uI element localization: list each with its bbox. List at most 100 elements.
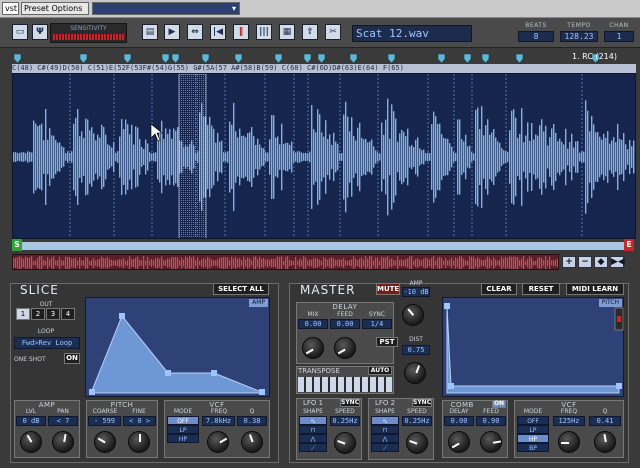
reset-button[interactable]: RESET xyxy=(522,283,560,295)
transpose-keyboard[interactable] xyxy=(298,377,392,392)
master-amp-value: -10 dB xyxy=(402,287,430,297)
comb-feed-value: 0.90 xyxy=(476,416,506,426)
export-icon[interactable]: ⇪ xyxy=(302,24,318,40)
coarse-knob[interactable] xyxy=(94,431,116,453)
start-marker[interactable]: S xyxy=(12,239,22,251)
pan-knob[interactable] xyxy=(52,431,74,453)
tempo-value[interactable]: 128.23 xyxy=(560,31,598,42)
lfo2-shape-triangle[interactable]: ⋀ xyxy=(371,434,399,443)
slice-mode-off[interactable]: OFF xyxy=(167,416,199,425)
master-q-label: Q xyxy=(602,408,608,415)
detect-icon[interactable]: |◀ xyxy=(210,24,226,40)
slice-amp-envelope[interactable]: AMP xyxy=(85,297,270,397)
delay-feed-knob[interactable] xyxy=(334,337,356,359)
preset-select[interactable]: ▾ xyxy=(92,2,240,15)
master-mode-hp[interactable]: HP xyxy=(517,434,549,443)
lfo2-shape-saw[interactable]: ⟋ xyxy=(371,443,399,452)
slice-freq-label: FREQ xyxy=(210,408,228,415)
barcode-icon[interactable]: ||| xyxy=(256,24,272,40)
master-mode-bp[interactable]: BP xyxy=(517,443,549,452)
comb-on-button[interactable]: ON xyxy=(492,400,506,408)
play-icon[interactable]: ▶ xyxy=(164,24,180,40)
out-4-button[interactable]: 4 xyxy=(61,308,75,320)
slice-q-knob[interactable] xyxy=(241,431,263,453)
zoom-out-button[interactable]: − xyxy=(578,256,592,268)
chan-value[interactable]: 1 xyxy=(604,31,634,42)
preset-options-menu[interactable]: Preset Options ▾ xyxy=(21,2,89,24)
dist-label: DIST xyxy=(409,336,423,343)
delay-mix-label: MIX xyxy=(307,311,319,318)
delay-sync-label: SYNC xyxy=(368,311,386,318)
zoom-fit-button[interactable]: ◆ xyxy=(594,256,608,268)
waveform-display[interactable] xyxy=(12,73,636,239)
comb-delay-knob[interactable] xyxy=(448,431,470,453)
mute-button[interactable]: MUTE xyxy=(376,283,400,295)
lfo2-speed-value: 0.25Hz xyxy=(402,416,432,426)
split-icon[interactable]: ⇔ xyxy=(187,24,203,40)
slice-title: SLICE xyxy=(20,283,59,297)
master-amp-knob[interactable] xyxy=(402,304,424,326)
end-marker[interactable]: E xyxy=(624,239,634,251)
preset-options-label: Preset Options xyxy=(24,4,83,13)
comb-delay-value: 0.00 xyxy=(444,416,474,426)
oneshot-toggle[interactable]: ON xyxy=(64,353,80,364)
slice-marker-icon[interactable]: ‖ xyxy=(233,24,249,40)
lfo1-shape-square[interactable]: ⊓ xyxy=(299,425,327,434)
lvl-label: LVL xyxy=(25,408,37,415)
delay-sync-value[interactable]: 1/4 xyxy=(362,319,392,329)
comb-delay-label: DELAY xyxy=(449,408,469,415)
lfo1-speed-value: 0.25Hz xyxy=(330,416,360,426)
note-row: C(48) C#(49)D(50) C(51)E(52F(53F#(54)G(5… xyxy=(12,64,636,73)
master-mode-lp[interactable]: LP xyxy=(517,425,549,434)
lfo2-speed-knob[interactable] xyxy=(406,432,428,454)
beats-value[interactable]: 8 xyxy=(518,31,554,42)
lfo2-shape-square[interactable]: ⊓ xyxy=(371,425,399,434)
lvl-knob[interactable] xyxy=(20,431,42,453)
master-pitch-envelope[interactable]: PITCH xyxy=(442,297,624,397)
master-freq-knob[interactable] xyxy=(558,431,580,453)
lfo1-shape-saw[interactable]: ⟋ xyxy=(299,443,327,452)
out-3-button[interactable]: 3 xyxy=(46,308,60,320)
loop-select[interactable]: Fwd>Rev Loop xyxy=(14,337,80,349)
zoom-reset-button[interactable]: ▶◀ xyxy=(610,256,625,268)
midi-learn-button[interactable]: MIDI LEARN xyxy=(566,283,624,295)
lfo1-shape-triangle[interactable]: ⋀ xyxy=(299,434,327,443)
waveform-overview[interactable] xyxy=(12,254,559,270)
clear-button[interactable]: CLEAR xyxy=(481,283,517,295)
dist-knob[interactable] xyxy=(404,362,426,384)
comb-feed-knob[interactable] xyxy=(480,431,502,453)
out-2-button[interactable]: 2 xyxy=(31,308,45,320)
beats-label: BEATS xyxy=(525,22,547,29)
antenna-icon[interactable]: Ψ xyxy=(32,24,48,40)
slice-freq-knob[interactable] xyxy=(207,431,229,453)
page-icon[interactable]: ▤ xyxy=(142,24,158,40)
lfo1-sync-button[interactable]: SYNC xyxy=(340,399,360,407)
sensitivity-label: SENSITIVITY xyxy=(70,25,107,32)
master-mode-off[interactable]: OFF xyxy=(517,416,549,425)
scissors-icon[interactable]: ✂ xyxy=(325,24,341,40)
out-1-button[interactable]: 1 xyxy=(16,308,30,320)
grid-icon[interactable]: ▦ xyxy=(279,24,295,40)
sensitivity-control[interactable]: SENSITIVITY xyxy=(50,23,127,43)
lfo2-shape-sine[interactable]: ∿ xyxy=(371,416,399,425)
slice-freq-value: 7.8kHz xyxy=(202,416,235,426)
fine-label: FINE xyxy=(132,408,146,415)
fine-knob[interactable] xyxy=(128,431,150,453)
lfo1-speed-knob[interactable] xyxy=(334,432,356,454)
select-all-button[interactable]: SELECT ALL xyxy=(213,283,269,295)
lfo1-shape-sine[interactable]: ∿ xyxy=(299,416,327,425)
delay-mix-knob[interactable] xyxy=(302,337,324,359)
waveform-scrollbar[interactable] xyxy=(22,242,624,250)
vst-button[interactable]: vst xyxy=(2,2,19,15)
pst-button[interactable]: PST xyxy=(376,337,398,347)
folder-icon[interactable]: ▭ xyxy=(12,24,28,40)
lfo2-sync-button[interactable]: SYNC xyxy=(412,399,432,407)
zoom-in-button[interactable]: + xyxy=(562,256,576,268)
dist-value: 0.75 xyxy=(402,345,430,355)
slice-mode-lp[interactable]: LP xyxy=(167,425,199,434)
slice-mode-hp[interactable]: HP xyxy=(167,434,199,443)
auto-button[interactable]: AUTO xyxy=(368,366,392,375)
master-q-knob[interactable] xyxy=(594,431,616,453)
loop-label: LOOP xyxy=(37,328,55,335)
lfo1-shape-label: SHAPE xyxy=(303,408,323,415)
